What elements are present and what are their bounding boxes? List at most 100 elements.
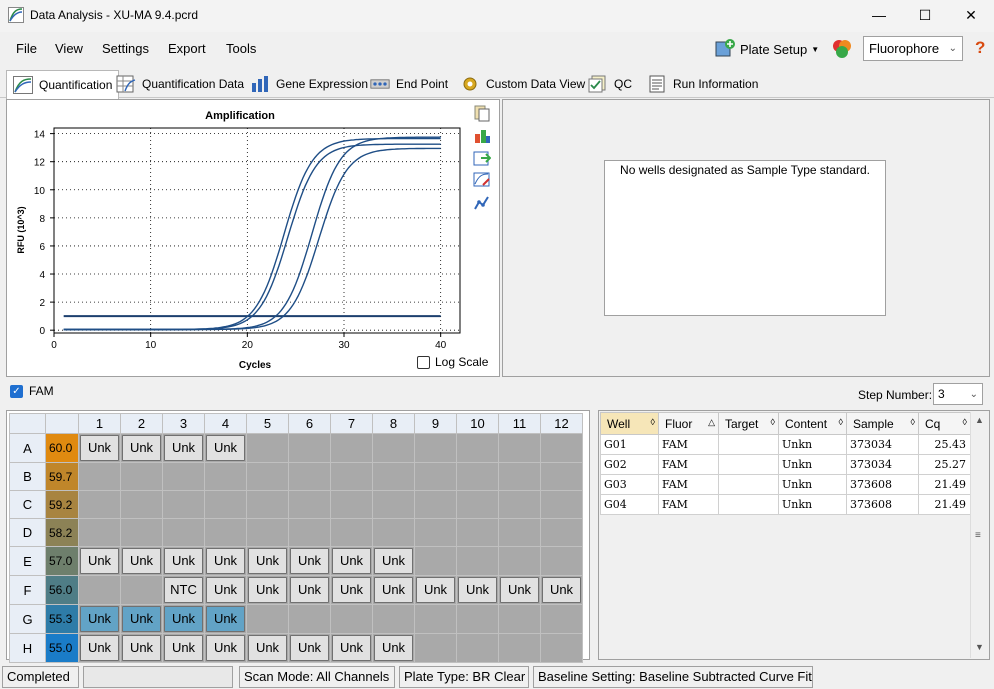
empty-well[interactable] xyxy=(330,433,373,463)
well-f11[interactable]: Unk xyxy=(498,575,541,605)
well-e7[interactable]: Unk xyxy=(330,546,373,576)
empty-well[interactable] xyxy=(414,518,457,547)
minimize-button[interactable]: — xyxy=(856,0,902,30)
empty-well[interactable] xyxy=(120,575,163,605)
menu-settings[interactable]: Settings xyxy=(102,41,149,56)
column-header-7[interactable]: 7 xyxy=(330,413,373,434)
empty-well[interactable] xyxy=(120,518,163,547)
column-header-10[interactable]: 10 xyxy=(456,413,499,434)
row-header-e[interactable]: E xyxy=(9,546,46,576)
sort-icon[interactable]: ◊ xyxy=(963,417,967,427)
empty-well[interactable] xyxy=(120,462,163,491)
table-cell[interactable]: Unkn xyxy=(778,434,847,455)
table-cell[interactable] xyxy=(718,474,779,495)
empty-well[interactable] xyxy=(288,604,331,634)
well-h7[interactable]: Unk xyxy=(330,633,373,663)
menu-view[interactable]: View xyxy=(55,41,83,56)
column-header-12[interactable]: 12 xyxy=(540,413,583,434)
well-a4[interactable]: Unk xyxy=(204,433,247,463)
well-e3[interactable]: Unk xyxy=(162,546,205,576)
empty-well[interactable] xyxy=(120,490,163,519)
column-header-sample[interactable]: Sample ◊ xyxy=(846,412,919,435)
column-header-content[interactable]: Content ◊ xyxy=(778,412,847,435)
empty-well[interactable] xyxy=(204,490,247,519)
empty-well[interactable] xyxy=(78,575,121,605)
column-header-8[interactable]: 8 xyxy=(372,413,415,434)
well-f6[interactable]: Unk xyxy=(288,575,331,605)
column-header-well[interactable]: Well ◊ xyxy=(600,412,659,435)
empty-well[interactable] xyxy=(162,462,205,491)
empty-well[interactable] xyxy=(414,546,457,576)
row-header-f[interactable]: F xyxy=(9,575,46,605)
well-f10[interactable]: Unk xyxy=(456,575,499,605)
well-f7[interactable]: Unk xyxy=(330,575,373,605)
table-cell[interactable]: FAM xyxy=(658,454,719,475)
empty-well[interactable] xyxy=(540,604,583,634)
table-cell[interactable] xyxy=(718,454,779,475)
column-header-9[interactable]: 9 xyxy=(414,413,457,434)
sort-icon[interactable]: △ xyxy=(708,417,715,428)
row-header-g[interactable]: G xyxy=(9,604,46,634)
column-header-4[interactable]: 4 xyxy=(204,413,247,434)
well-h4[interactable]: Unk xyxy=(204,633,247,663)
empty-well[interactable] xyxy=(372,518,415,547)
sort-icon[interactable]: ◊ xyxy=(771,417,775,427)
sort-icon[interactable]: ◊ xyxy=(839,417,843,427)
empty-well[interactable] xyxy=(498,433,541,463)
empty-well[interactable] xyxy=(414,604,457,634)
scroll-down-icon[interactable]: ▼ xyxy=(975,642,984,652)
empty-well[interactable] xyxy=(540,433,583,463)
well-f4[interactable]: Unk xyxy=(204,575,247,605)
empty-well[interactable] xyxy=(540,546,583,576)
column-header-target[interactable]: Target ◊ xyxy=(718,412,779,435)
empty-well[interactable] xyxy=(288,518,331,547)
copy-icon[interactable] xyxy=(473,104,491,122)
fam-checkbox[interactable]: ✓ FAM xyxy=(10,384,54,398)
well-e8[interactable]: Unk xyxy=(372,546,415,576)
menu-export[interactable]: Export xyxy=(168,41,206,56)
empty-well[interactable] xyxy=(456,433,499,463)
well-e4[interactable]: Unk xyxy=(204,546,247,576)
column-header-3[interactable]: 3 xyxy=(162,413,205,434)
column-header-1[interactable]: 1 xyxy=(78,413,121,434)
empty-well[interactable] xyxy=(456,546,499,576)
table-cell[interactable]: 373034 xyxy=(846,454,919,475)
table-cell[interactable]: FAM xyxy=(658,434,719,455)
well-table-scrollbar[interactable]: ▲ ≡ ▼ xyxy=(970,412,988,658)
empty-well[interactable] xyxy=(288,490,331,519)
table-cell[interactable]: 21.49 xyxy=(918,494,971,515)
well-h2[interactable]: Unk xyxy=(120,633,163,663)
well-g3[interactable]: Unk xyxy=(162,604,205,634)
table-cell[interactable]: Unkn xyxy=(778,474,847,495)
well-f3[interactable]: NTC xyxy=(162,575,205,605)
empty-well[interactable] xyxy=(456,518,499,547)
table-cell[interactable]: 21.49 xyxy=(918,474,971,495)
empty-well[interactable] xyxy=(246,518,289,547)
well-h3[interactable]: Unk xyxy=(162,633,205,663)
plate-corner[interactable] xyxy=(9,413,46,434)
empty-well[interactable] xyxy=(456,462,499,491)
log-scale-checkbox[interactable]: Log Scale xyxy=(417,355,488,369)
fluorophore-select[interactable]: Fluorophore ⌄ xyxy=(863,36,963,61)
empty-well[interactable] xyxy=(456,490,499,519)
row-header-c[interactable]: C xyxy=(9,490,46,519)
empty-well[interactable] xyxy=(540,633,583,663)
print-icon[interactable] xyxy=(473,126,491,144)
well-e2[interactable]: Unk xyxy=(120,546,163,576)
empty-well[interactable] xyxy=(372,433,415,463)
column-header-fluor[interactable]: Fluor △ xyxy=(658,412,719,435)
empty-well[interactable] xyxy=(498,490,541,519)
well-f9[interactable]: Unk xyxy=(414,575,457,605)
column-header-6[interactable]: 6 xyxy=(288,413,331,434)
row-header-h[interactable]: H xyxy=(9,633,46,663)
column-header-2[interactable]: 2 xyxy=(120,413,163,434)
well-e1[interactable]: Unk xyxy=(78,546,121,576)
empty-well[interactable] xyxy=(414,433,457,463)
empty-well[interactable] xyxy=(414,490,457,519)
well-g4[interactable]: Unk xyxy=(204,604,247,634)
scroll-up-icon[interactable]: ▲ xyxy=(975,415,984,425)
empty-well[interactable] xyxy=(540,490,583,519)
well-f12[interactable]: Unk xyxy=(540,575,583,605)
trace-styles-icon[interactable] xyxy=(473,194,491,212)
tab-custom-data-view[interactable]: Custom Data View xyxy=(454,70,591,97)
